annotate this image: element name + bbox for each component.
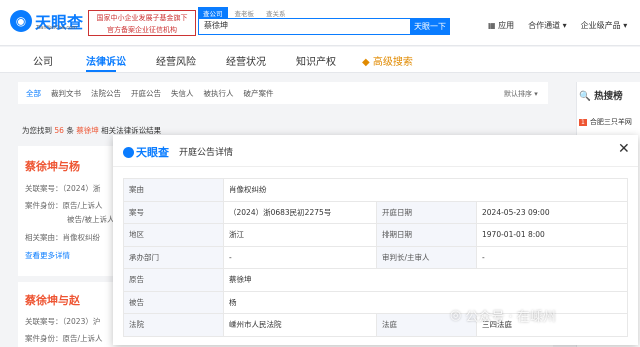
modal-title: 开庭公告详情 [179, 148, 234, 158]
enterprise-label: 企业级产品 [580, 21, 621, 30]
vip-icon: ◆ [362, 57, 370, 68]
table-row: 原告 蔡徐坤 [123, 268, 628, 292]
table-row: 地区 浙江 排期日期 1970-01-01 8:00 [123, 223, 628, 247]
promo-line-2: 官方备案企业征信机构 [107, 26, 177, 34]
case-reason: 相关案由：肖像权纠纷 [25, 233, 100, 242]
filter-hearing-notice[interactable]: 开庭公告 [131, 88, 161, 99]
logo-mark-icon: ◉ [10, 10, 32, 32]
results-number: 56 [54, 126, 64, 135]
tab-advanced-search[interactable]: ◆ 高级搜索 [362, 53, 413, 68]
advanced-search-label: 高级搜索 [372, 57, 413, 68]
tab-legal[interactable]: 法律诉讼 [86, 53, 126, 68]
search-button[interactable]: 天眼一下 [410, 18, 450, 35]
case-number: 关联案号：（2023）沪 [25, 317, 101, 326]
watermark: ◎ 公众号 · 在嵊州 [450, 306, 556, 325]
case-title[interactable]: 蔡徐坤与杨 [25, 158, 80, 174]
filter-bankruptcy[interactable]: 破产案件 [244, 88, 274, 99]
case-role-2: 被告/被上诉人 [67, 215, 115, 224]
table-row: 承办部门 - 审判长/主审人 - [123, 245, 628, 269]
field-value: 2024-05-23 09:00 [476, 200, 628, 224]
field-label: 法院 [123, 313, 224, 337]
main-nav: 公司 法律诉讼 经营风险 经营状况 知识产权 ◆ 高级搜索 [0, 47, 640, 73]
promo-badge: 国家中小企业发展子基金旗下 官方备案企业征信机构 [88, 10, 196, 36]
modal-logo: 天眼查 [123, 144, 169, 160]
field-label: 排期日期 [376, 223, 477, 247]
field-label: 案由 [123, 178, 224, 202]
table-row: 案号 （2024）浙0683民初2275号 开庭日期 2024-05-23 09… [123, 200, 628, 224]
logo-mark-icon [123, 146, 134, 158]
filter-court-notice[interactable]: 法院公告 [91, 88, 121, 99]
search-icon: 🔍 [579, 91, 591, 102]
hot-search-title: 🔍 热搜榜 [579, 88, 623, 102]
promo-line-1: 国家中小企业发展子基金旗下 [96, 14, 188, 22]
field-label: 开庭日期 [376, 200, 477, 224]
field-label: 承办部门 [123, 245, 224, 269]
hot-search-item[interactable]: 1 合肥三只羊网 [579, 117, 632, 127]
tab-business-status[interactable]: 经营状况 [226, 53, 266, 68]
field-label: 原告 [123, 268, 224, 292]
partner-menu[interactable]: 合作通道 ▾ [528, 20, 567, 31]
field-value: 蔡徐坤 [223, 268, 628, 292]
results-unit: 条 [66, 126, 74, 135]
field-label: 案号 [123, 200, 224, 224]
results-prefix: 为您找到 [22, 126, 52, 135]
table-row: 案由 肖像权纠纷 [123, 178, 628, 202]
tab-business-risk[interactable]: 经营风险 [156, 53, 196, 68]
case-role: 案件身份：原告/上诉人 [25, 201, 103, 210]
field-value: 杨 [223, 290, 628, 314]
results-suffix: 相关法律诉讼结果 [101, 126, 162, 135]
filter-executed[interactable]: 被执行人 [204, 88, 234, 99]
filter-judgments[interactable]: 裁判文书 [51, 88, 81, 99]
case-title[interactable]: 蔡徐坤与赵 [25, 292, 80, 308]
filter-all[interactable]: 全部 [26, 88, 41, 99]
modal-logo-text: 天眼查 [136, 146, 169, 159]
more-details-link[interactable]: 查看更多详情 [25, 250, 70, 261]
enterprise-menu[interactable]: 企业级产品 ▾ [581, 20, 628, 31]
filter-bar: 全部 裁判文书 法院公告 开庭公告 失信人 被执行人 破产案件 [18, 82, 548, 104]
field-value: 浙江 [223, 223, 377, 247]
hot-title-text: 热搜榜 [594, 91, 623, 102]
field-value: 肖像权纠纷 [223, 178, 628, 202]
field-value: - [223, 245, 377, 269]
field-value: （2024）浙0683民初2275号 [223, 200, 377, 224]
partner-label: 合作通道 [528, 21, 561, 30]
tab-ip[interactable]: 知识产权 [296, 53, 336, 68]
logo-subtitle: TianYanCha.com [36, 25, 78, 31]
case-role: 案件身份：原告/上诉人 [25, 334, 103, 343]
tab-company[interactable]: 公司 [33, 53, 53, 68]
field-value: 嵊州市人民法院 [223, 313, 377, 337]
sort-label: 默认排序 [504, 90, 532, 98]
watermark-text: 公众号 · 在嵊州 [465, 310, 556, 325]
modal-header: 天眼查 开庭公告详情 ✕ [113, 135, 638, 167]
results-keyword: 蔡徐坤 [76, 126, 99, 135]
field-value: 1970-01-01 8:00 [476, 223, 628, 247]
top-bar: ◉ 天眼查 TianYanCha.com 国家中小企业发展子基金旗下 官方备案企… [0, 0, 640, 46]
search-input[interactable]: 蔡徐坤 [198, 18, 411, 35]
filter-dishonest[interactable]: 失信人 [171, 88, 194, 99]
field-label: 地区 [123, 223, 224, 247]
close-icon[interactable]: ✕ [618, 141, 630, 157]
hearing-notice-modal: 天眼查 开庭公告详情 ✕ 案由 肖像权纠纷 案号 （2024）浙0683民初22… [113, 135, 638, 345]
field-label: 被告 [123, 290, 224, 314]
field-label: 审判长/主审人 [376, 245, 477, 269]
top-nav: ▦ 应用 合作通道 ▾ 企业级产品 ▾ [488, 20, 627, 31]
rank-badge: 1 [579, 118, 587, 126]
apps-label: 应用 [498, 21, 515, 30]
wechat-icon: ◎ [450, 308, 462, 323]
apps-menu[interactable]: ▦ 应用 [488, 20, 514, 31]
field-value: - [476, 245, 628, 269]
case-number: 关联案号：（2024）浙 [25, 184, 101, 193]
sort-dropdown[interactable]: 默认排序 ▾ [504, 89, 538, 99]
active-tab-indicator [86, 70, 116, 72]
hot-item-text: 合肥三只羊网 [589, 118, 632, 126]
